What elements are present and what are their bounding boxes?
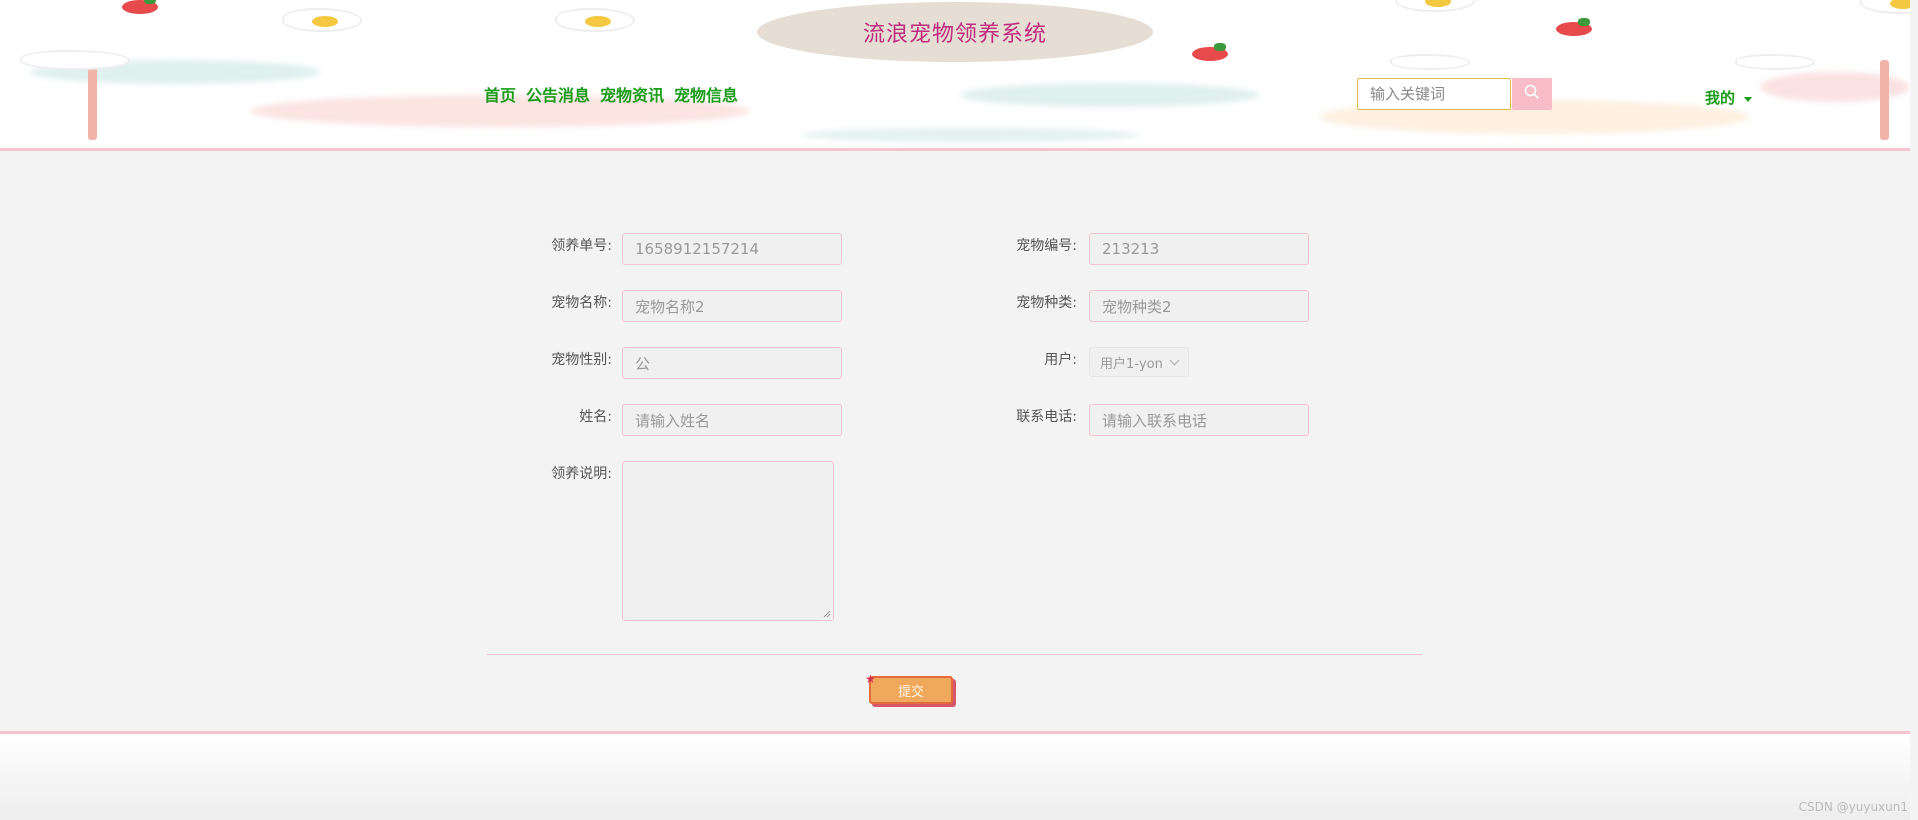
decor-strawberry (1556, 18, 1592, 36)
submit-button[interactable]: ★ 提交 (865, 672, 953, 704)
nav-item-home[interactable]: 首页 (484, 82, 516, 106)
pet-type-field: 宠物种类2 (1089, 290, 1309, 322)
decor-pole (88, 60, 97, 140)
pet-type-label: 宠物种类: (1016, 295, 1077, 311)
nav-item-pet-news[interactable]: 宠物资讯 (600, 82, 664, 106)
note-label: 领养说明: (551, 466, 612, 482)
decor-strawberry (122, 0, 158, 14)
note-textarea[interactable] (622, 461, 834, 621)
resize-handle-icon[interactable] (823, 610, 831, 618)
search-button[interactable] (1512, 78, 1552, 110)
pet-no-field: 213213 (1089, 233, 1309, 265)
phone-input[interactable]: 请输入联系电话 (1089, 404, 1309, 436)
decor-egg (1735, 54, 1815, 70)
mine-label: 我的 (1705, 89, 1736, 107)
decor-egg (1395, 0, 1475, 12)
nav-item-pet-info[interactable]: 宠物信息 (674, 82, 738, 106)
decor-egg (20, 50, 130, 70)
pet-name-label: 宠物名称: (551, 295, 612, 311)
decor-brush (960, 83, 1260, 107)
chevron-down-icon (1169, 355, 1180, 365)
site-header: 流浪宠物领养系统 首页 公告消息 宠物资讯 宠物信息 我的 (0, 0, 1910, 146)
order-no-field: 1658912157214 (622, 233, 842, 265)
user-select[interactable]: 用户1-yon (1089, 347, 1189, 377)
mine-dropdown[interactable]: 我的 (1705, 87, 1753, 108)
form-divider (487, 654, 1422, 655)
pet-gender-label: 宠物性别: (551, 352, 612, 368)
search-input[interactable] (1357, 78, 1511, 110)
name-input[interactable]: 请输入姓名 (622, 404, 842, 436)
decor-egg (1390, 54, 1470, 70)
star-icon: ★ (865, 672, 876, 686)
watermark: CSDN @yuyuxun1 (1798, 800, 1908, 814)
name-placeholder: 请输入姓名 (635, 411, 711, 430)
user-label: 用户: (1044, 352, 1077, 368)
page-footer: CSDN @yuyuxun1 (0, 737, 1918, 820)
decor-egg (282, 8, 362, 32)
title-banner: 流浪宠物领养系统 (757, 2, 1153, 62)
pet-type-value: 宠物种类2 (1102, 297, 1172, 316)
order-no-value: 1658912157214 (635, 240, 760, 258)
adoption-form-panel: 领养单号: 1658912157214 宠物编号: 213213 宠物名称: 宠… (0, 148, 1910, 734)
phone-placeholder: 请输入联系电话 (1102, 411, 1208, 430)
search-icon (1524, 84, 1540, 104)
pet-no-label: 宠物编号: (1016, 238, 1077, 254)
decor-egg (1860, 0, 1910, 14)
decor-pole (1880, 60, 1889, 140)
main-nav: 首页 公告消息 宠物资讯 宠物信息 (484, 82, 738, 106)
pet-gender-value: 公 (635, 354, 651, 373)
order-no-label: 领养单号: (551, 238, 612, 254)
caret-down-icon (1744, 96, 1753, 102)
site-title: 流浪宠物领养系统 (862, 22, 1047, 47)
user-select-value: 用户1-yon (1100, 356, 1163, 372)
submit-label: 提交 (897, 684, 924, 700)
name-label: 姓名: (579, 409, 612, 425)
nav-item-notices[interactable]: 公告消息 (526, 82, 590, 106)
decor-brush (800, 128, 1140, 142)
pet-name-value: 宠物名称2 (635, 297, 705, 316)
phone-label: 联系电话: (1016, 409, 1077, 425)
pet-no-value: 213213 (1102, 240, 1160, 258)
page-scrollbar[interactable] (1910, 0, 1918, 820)
pet-name-field: 宠物名称2 (622, 290, 842, 322)
decor-strawberry (1192, 43, 1228, 61)
pet-gender-field: 公 (622, 347, 842, 379)
decor-egg (555, 8, 635, 32)
